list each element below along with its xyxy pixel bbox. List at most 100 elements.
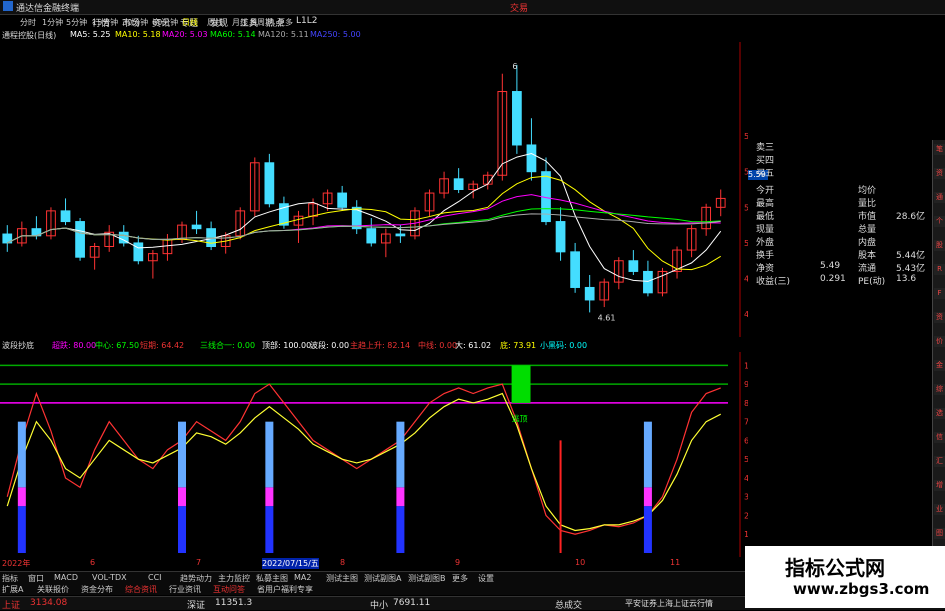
side-tab-13[interactable]: 汇: [934, 456, 945, 467]
trade-button[interactable]: 交易: [510, 1, 528, 14]
side-tab-7[interactable]: 资: [934, 312, 945, 323]
info-tab-4[interactable]: 行业资讯: [169, 584, 201, 595]
signal-bar: [643, 421, 652, 488]
period-tab-4[interactable]: 30分钟: [122, 17, 148, 28]
candle-body: [555, 221, 566, 253]
side-tab-6[interactable]: F: [934, 288, 945, 299]
side-tab-12[interactable]: 信: [934, 432, 945, 443]
watermark-title: 指标公式网: [785, 556, 885, 580]
signal-bar: [17, 487, 26, 507]
osc-d: 三线合一: 0.00: [200, 341, 256, 350]
period-tab-9[interactable]: 多周期: [249, 17, 273, 28]
quote-value-right: 5.43亿: [896, 264, 926, 274]
info-tab-0[interactable]: 扩展A: [2, 584, 23, 595]
signal-bar: [178, 487, 186, 507]
quote-label-right: 均价: [858, 186, 877, 196]
title-bar: 通达信金融终端 交易: [0, 0, 945, 15]
side-tab-4[interactable]: 股: [934, 240, 945, 251]
side-tab-2[interactable]: 通: [934, 192, 945, 203]
quote-label: 买五: [756, 169, 775, 179]
period-tab-0[interactable]: 分时: [20, 17, 36, 28]
sz-label: 深证: [187, 601, 206, 611]
signal-bar: [396, 421, 405, 488]
candle-body: [526, 144, 537, 173]
side-tab-14[interactable]: 增: [934, 480, 945, 491]
date-tick-7: 11: [670, 558, 681, 567]
candle-body: [264, 162, 275, 205]
side-tab-15[interactable]: 业: [934, 504, 945, 515]
info-tab-5[interactable]: 互动问答: [213, 584, 245, 595]
signal-bar: [265, 487, 274, 507]
quote-panel: 5.59 卖三 买四 买五 今开 均价 最高 量比 最低 市值 28.6亿 现量 总量 外盘 内盘 换手 股本…: [748, 140, 945, 550]
ma10-label: MA10: 5.18: [115, 30, 161, 39]
side-tab-0[interactable]: 笔: [934, 144, 945, 155]
side-tab-16[interactable]: 图: [934, 528, 945, 539]
quote-value: 0.291: [820, 274, 846, 284]
period-tab-7[interactable]: 周线: [207, 17, 223, 28]
osc-c: 短期: 64.42: [140, 341, 185, 350]
osc-b: 中心: 67.50: [95, 341, 140, 350]
price-chart[interactable]: 5.605.405.205.004.804.6064.61: [0, 42, 748, 337]
side-tab-1[interactable]: 资: [934, 168, 945, 179]
osc-series-0: [6, 383, 721, 535]
signal-bar: [265, 506, 274, 553]
side-tab-10[interactable]: 综: [934, 384, 945, 395]
side-tab-8[interactable]: 价: [934, 336, 945, 347]
period-tab-8[interactable]: 月线: [232, 17, 248, 28]
candle-body: [191, 224, 202, 230]
date-axis: 2022年 6 7 2022/07/15/五 8 9 10 11: [0, 558, 748, 570]
quote-label-right: 内盘: [858, 238, 877, 248]
cj-label: 总成交: [555, 601, 583, 611]
signal-bar: [643, 506, 652, 553]
side-tab-3[interactable]: 个: [934, 216, 945, 227]
osc-g: 主趋上升: 82.14: [350, 341, 411, 350]
side-tabs: 笔资通个股RF资价金综选信汇增业图: [932, 140, 945, 570]
osc-e: 顶部: 100.00: [262, 341, 312, 350]
period-tab-1[interactable]: 1分钟: [42, 17, 63, 28]
ma60-label: MA60: 5.14: [210, 30, 256, 39]
quote-label: 外盘: [756, 238, 775, 248]
oscillator-chart[interactable]: 100.0090.0080.0070.0060.0050.0040.0030.0…: [0, 352, 748, 557]
info-tab-6[interactable]: 省用户福利专享: [257, 584, 313, 595]
signal-bar: [17, 506, 26, 553]
quote-label: 今开: [756, 186, 775, 196]
app-logo-icon: [3, 1, 13, 11]
sh-value: 3134.08: [30, 598, 68, 608]
candle-body: [337, 192, 348, 208]
info-tab-3[interactable]: 综合资讯: [125, 584, 157, 595]
period-tab-2[interactable]: 5分钟: [66, 17, 87, 28]
quote-label: 卖三: [756, 143, 775, 153]
stock-name: 通程控股(日线): [2, 31, 57, 40]
indicator-tab-2[interactable]: MACD: [54, 573, 78, 582]
indicator-tab-3[interactable]: VOL-TDX: [92, 573, 127, 582]
side-tab-11[interactable]: 选: [934, 408, 945, 419]
osc-k: 小黑码: 0.00: [540, 341, 588, 350]
ma120-label: MA120: 5.11: [258, 30, 309, 39]
candle-body: [133, 242, 144, 262]
quote-label-right: 总量: [858, 225, 877, 235]
quote-label: 买四: [756, 156, 775, 166]
zx-label: 中小: [370, 601, 389, 611]
period-tab-5[interactable]: 60分钟: [152, 17, 178, 28]
escape-top-label: 逃顶: [512, 414, 528, 424]
info-tab-2[interactable]: 资金分布: [81, 584, 113, 595]
side-tab-9[interactable]: 金: [934, 360, 945, 371]
ma-line-5: [7, 152, 722, 282]
date-tick-0: 2022年: [2, 559, 31, 568]
ma-line-10: [7, 175, 721, 271]
signal-bar: [396, 506, 405, 553]
side-tab-5[interactable]: R: [934, 264, 945, 275]
signal-bar: [396, 487, 405, 507]
info-tab-1[interactable]: 关联报价: [37, 584, 69, 595]
period-tab-6[interactable]: 日线: [182, 17, 198, 28]
high-annotation: 6: [512, 62, 517, 71]
indicator-tab-4[interactable]: CCI: [148, 573, 162, 582]
osc-h: 中线: 0.00: [418, 341, 458, 350]
period-tab-10[interactable]: 更多: [277, 17, 293, 28]
sh-label: 上证: [2, 601, 21, 611]
period-tab-3[interactable]: 15分钟: [92, 17, 118, 28]
ma250-label: MA250: 5.00: [310, 30, 361, 39]
osc-name: 波段抄底: [2, 341, 34, 350]
indicator-tab-8[interactable]: MA2: [294, 573, 311, 582]
quote-label-right: PE(动): [858, 277, 886, 287]
